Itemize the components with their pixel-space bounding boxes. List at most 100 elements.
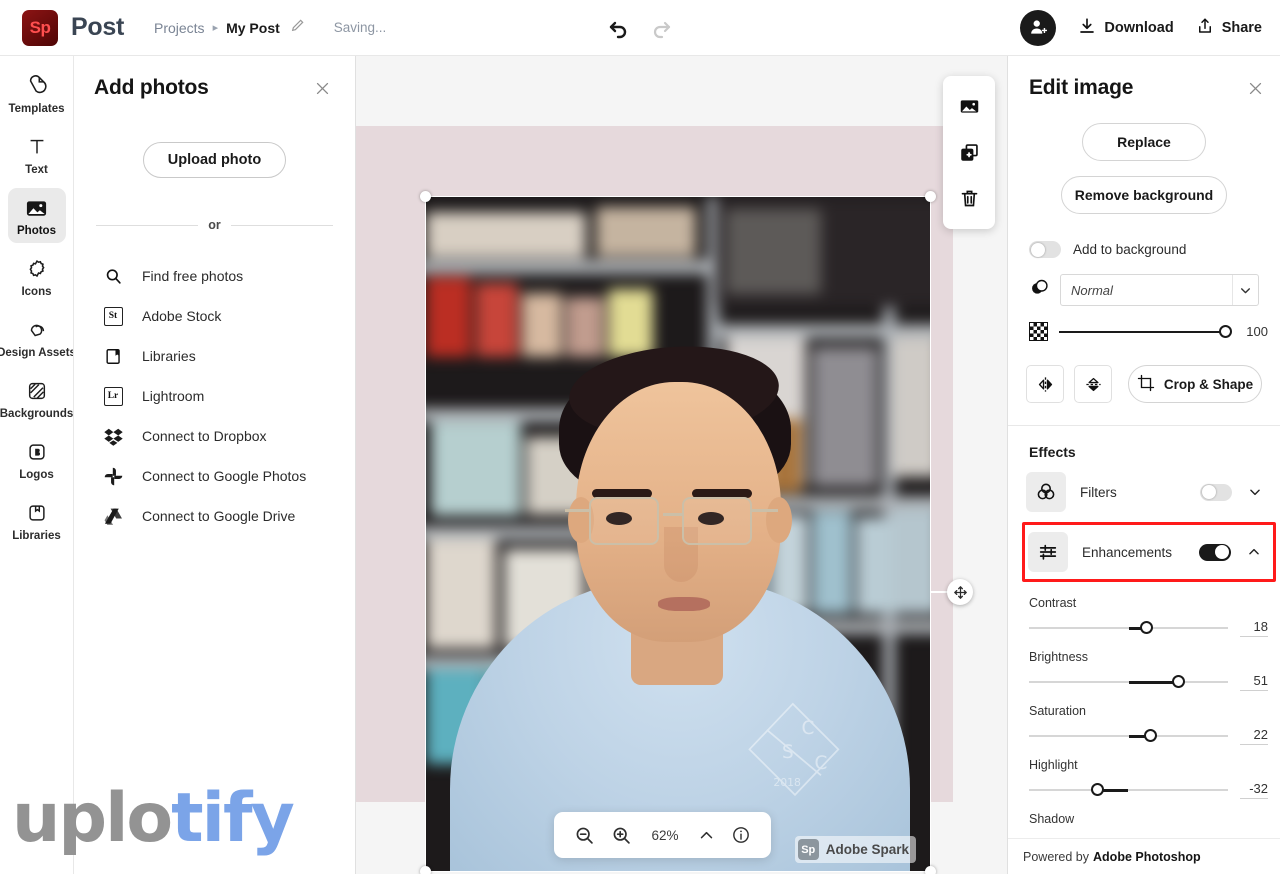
- artboard[interactable]: C S C 2018 Sp Adobe Spark: [356, 126, 973, 874]
- slider-track[interactable]: [1029, 675, 1228, 689]
- resize-handle-bottom-left[interactable]: [420, 866, 431, 874]
- blend-mode-select[interactable]: Normal: [1060, 274, 1259, 306]
- glasses-arm-right: [752, 509, 778, 512]
- slider-saturation: Saturation 22: [1008, 704, 1280, 745]
- google-drive-icon: [102, 505, 124, 527]
- glasses-bridge: [663, 513, 683, 516]
- source-find-free-photos[interactable]: Find free photos: [74, 256, 355, 296]
- slider-label: Contrast: [1029, 596, 1077, 610]
- slider-track[interactable]: [1029, 729, 1228, 743]
- undo-arrow-icon[interactable]: [605, 14, 633, 42]
- slider-value[interactable]: 51: [1240, 673, 1268, 691]
- share-button[interactable]: Share: [1196, 17, 1262, 39]
- replace-image-icon[interactable]: [952, 90, 986, 124]
- download-button[interactable]: Download: [1078, 17, 1174, 39]
- slider-value[interactable]: 18: [1240, 619, 1268, 637]
- sidebar-item-text[interactable]: Text: [8, 127, 66, 182]
- remove-background-button[interactable]: Remove background: [1061, 176, 1227, 214]
- flip-vertical-icon[interactable]: [1074, 365, 1112, 403]
- breadcrumb-separator: ▸: [212, 22, 219, 34]
- sidebar-label: Libraries: [12, 530, 61, 542]
- zoom-out-icon[interactable]: [574, 825, 595, 846]
- slider-knob[interactable]: [1140, 621, 1154, 635]
- sidebar-item-libraries[interactable]: Libraries: [8, 493, 66, 548]
- resize-handle-top-right[interactable]: [925, 191, 936, 202]
- close-icon[interactable]: [311, 77, 333, 99]
- sidebar-label: Templates: [8, 103, 65, 115]
- source-label: Adobe Stock: [142, 308, 222, 324]
- add-person-avatar-icon[interactable]: [1020, 9, 1057, 46]
- replace-button[interactable]: Replace: [1082, 123, 1206, 161]
- sidebar-item-logos[interactable]: Logos: [8, 432, 66, 487]
- slider-knob[interactable]: [1144, 729, 1158, 743]
- filters-toggle[interactable]: [1200, 483, 1232, 501]
- spark-watermark-text: Adobe Spark: [825, 842, 909, 857]
- trash-delete-icon[interactable]: [952, 181, 986, 215]
- chevron-up-icon[interactable]: [698, 827, 715, 844]
- move-crosshair-icon[interactable]: [947, 579, 973, 605]
- canvas-photo[interactable]: C S C 2018 Sp Adobe Spark: [426, 197, 930, 871]
- app-logo[interactable]: Sp: [22, 9, 58, 46]
- crop-and-shape-button[interactable]: Crop & Shape: [1128, 365, 1262, 403]
- adobe-stock-badge-label: St: [103, 306, 123, 326]
- text-t-icon: [26, 135, 48, 159]
- opacity-value[interactable]: 100: [1242, 324, 1268, 339]
- watermark-part-2: tify: [171, 779, 295, 858]
- svg-text:2018: 2018: [773, 776, 801, 789]
- source-libraries[interactable]: Libraries: [74, 336, 355, 376]
- duplicate-icon[interactable]: [952, 135, 986, 169]
- resize-handle-top-left[interactable]: [420, 191, 431, 202]
- effects-section-title: Effects: [1029, 444, 1076, 460]
- slider-knob[interactable]: [1172, 675, 1186, 689]
- source-adobe-stock[interactable]: St Adobe Stock: [74, 296, 355, 336]
- slider-value[interactable]: 22: [1240, 727, 1268, 745]
- add-to-background-toggle[interactable]: [1029, 241, 1061, 258]
- info-icon[interactable]: [731, 825, 751, 845]
- person-mouth: [658, 597, 710, 611]
- add-photos-panel: Add photos Upload photo or Find free pho…: [74, 56, 356, 874]
- sidebar-item-design-assets[interactable]: Design Assets: [0, 310, 73, 365]
- slider-track[interactable]: [1029, 621, 1228, 635]
- sidebar-item-templates[interactable]: Templates: [8, 66, 66, 121]
- upload-photo-button[interactable]: Upload photo: [142, 142, 287, 178]
- panel-title: Edit image: [1029, 76, 1134, 99]
- slider-track[interactable]: [1029, 783, 1228, 797]
- opacity-slider-knob[interactable]: [1219, 324, 1232, 338]
- or-label: or: [208, 218, 221, 232]
- redo-arrow-icon[interactable]: [647, 14, 675, 42]
- logos-b-badge-icon: [26, 440, 48, 464]
- pencil-icon[interactable]: [290, 17, 306, 38]
- share-label: Share: [1221, 19, 1262, 36]
- source-dropbox[interactable]: Connect to Dropbox: [74, 416, 355, 456]
- opacity-row: 100: [1008, 322, 1280, 341]
- source-google-photos[interactable]: Connect to Google Photos: [74, 456, 355, 496]
- effect-row-filters[interactable]: Filters: [1008, 472, 1280, 512]
- zoom-level-value[interactable]: 62%: [648, 828, 682, 843]
- photo-person: C S C 2018: [426, 197, 930, 871]
- effect-row-enhancements[interactable]: Enhancements: [1025, 532, 1273, 572]
- breadcrumb-projects-link[interactable]: Projects: [154, 20, 205, 36]
- close-icon[interactable]: [1244, 77, 1266, 99]
- templates-icon: [26, 74, 48, 98]
- person-ear-right: [766, 497, 792, 543]
- sidebar-item-icons[interactable]: Icons: [8, 249, 66, 304]
- app-title: Post: [71, 13, 124, 41]
- breadcrumb-current-project[interactable]: My Post: [226, 20, 280, 36]
- divider-line-left: [96, 224, 199, 226]
- slider-highlight: Highlight -32: [1008, 758, 1280, 799]
- chevron-down-icon[interactable]: [1246, 485, 1264, 499]
- source-google-drive[interactable]: Connect to Google Drive: [74, 496, 355, 536]
- resize-handle-bottom-right[interactable]: [925, 866, 936, 874]
- enhancements-toggle[interactable]: [1199, 543, 1231, 561]
- canvas-workspace[interactable]: C S C 2018 Sp Adobe Spark 62%: [356, 56, 1007, 874]
- zoom-in-icon[interactable]: [611, 825, 632, 846]
- opacity-slider[interactable]: [1059, 324, 1232, 338]
- chevron-down-icon[interactable]: [1232, 275, 1258, 305]
- sidebar-item-backgrounds[interactable]: Backgrounds: [0, 371, 73, 426]
- slider-value[interactable]: -32: [1240, 781, 1268, 799]
- flip-horizontal-icon[interactable]: [1026, 365, 1064, 403]
- chevron-up-icon[interactable]: [1245, 545, 1263, 559]
- slider-knob[interactable]: [1090, 783, 1104, 797]
- source-lightroom[interactable]: Lr Lightroom: [74, 376, 355, 416]
- sidebar-item-photos[interactable]: Photos: [7, 188, 66, 243]
